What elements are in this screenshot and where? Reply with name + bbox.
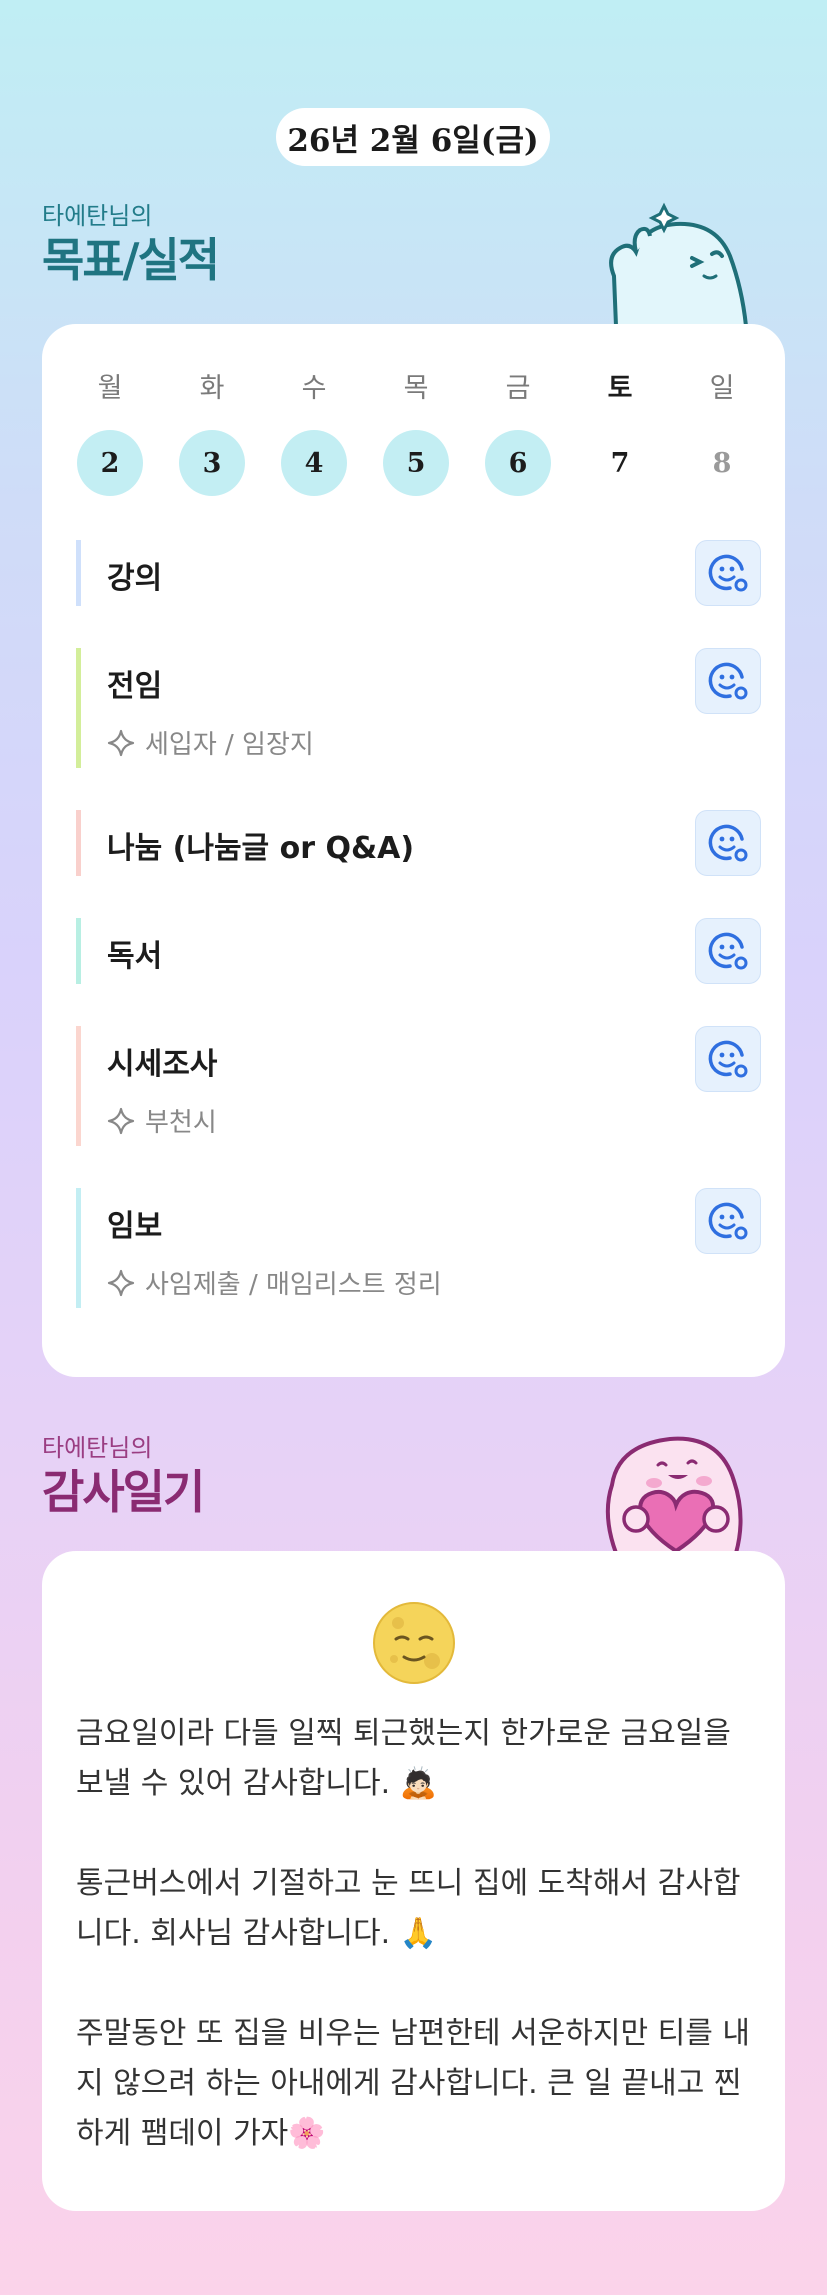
goal-item-price-survey: 시세조사 부천시	[76, 1026, 761, 1146]
diary-title: 감사일기	[42, 1465, 205, 1519]
date-circle[interactable]: 4	[281, 430, 347, 496]
sparkle-icon	[107, 1107, 135, 1134]
goal-check-button[interactable]	[695, 648, 761, 714]
goals-title: 목표/실적	[42, 233, 220, 287]
date-pill: 26년 2월 6일(금)	[276, 108, 550, 166]
week-dates: 2 3 4 5 6 7 8	[76, 430, 756, 496]
diary-card: 금요일이라 다들 일찍 퇴근했는지 한가로운 금요일을 보낼 수 있어 감사합니…	[42, 1551, 785, 2211]
goal-title: 시세조사	[107, 1047, 218, 1082]
diary-entry: 통근버스에서 기절하고 눈 뜨니 집에 도착해서 감사합니다. 회사님 감사합니…	[76, 1866, 741, 1951]
goal-check-button[interactable]	[695, 918, 761, 984]
goals-subtitle: 타에탄님의	[42, 202, 153, 230]
ghost-mascot-icon	[609, 202, 749, 326]
day-name: 금	[505, 373, 531, 404]
sparkle-icon	[107, 1269, 135, 1296]
diary-entry: 금요일이라 다들 일찍 퇴근했는지 한가로운 금요일을 보낼 수 있어 감사합니…	[76, 1716, 731, 1801]
day-name: 수	[301, 373, 327, 404]
diary-section-header: 타에탄님의 감사일기	[42, 1432, 205, 1520]
goal-item-sharing: 나눔 (나눔글 or Q&A)	[76, 810, 761, 876]
goal-sub-label: 세입자 / 임장지	[145, 730, 314, 760]
goal-subtext: 사임제출 / 매임리스트 정리	[107, 1264, 442, 1301]
sparkle-icon	[107, 729, 135, 756]
goal-sub-label: 부천시	[145, 1108, 217, 1138]
goal-sub-label: 사임제출 / 매임리스트 정리	[145, 1270, 442, 1300]
day-name: 일	[709, 373, 735, 404]
date-circle-future[interactable]: 8	[689, 430, 755, 496]
smile-icon	[708, 932, 748, 970]
goal-check-button[interactable]	[695, 1188, 761, 1254]
date-circle[interactable]: 6	[485, 430, 551, 496]
diary-entries: 금요일이라 다들 일찍 퇴근했는지 한가로운 금요일을 보낼 수 있어 감사합니…	[76, 1709, 756, 2209]
date-circle[interactable]: 5	[383, 430, 449, 496]
goal-title: 전임	[107, 669, 163, 704]
goal-title: 임보	[107, 1209, 163, 1244]
date-circle[interactable]: 2	[77, 430, 143, 496]
goal-title: 독서	[107, 939, 163, 974]
goals-section-header: 타에탄님의 목표/실적	[42, 200, 220, 288]
smile-icon	[708, 662, 748, 700]
diary-subtitle: 타에탄님의	[42, 1434, 153, 1462]
goal-item-report: 임보 사임제출 / 매임리스트 정리	[76, 1188, 761, 1308]
goal-check-button[interactable]	[695, 540, 761, 606]
day-name: 월	[97, 373, 123, 404]
goal-title: 나눔 (나눔글 or Q&A)	[107, 831, 415, 866]
date-circle-today[interactable]: 7	[587, 430, 653, 496]
goal-title: 강의	[107, 561, 163, 596]
goal-subtext: 세입자 / 임장지	[107, 724, 314, 761]
diary-entry: 주말동안 또 집을 비우는 남편한테 서운하지만 티를 내지 않으려 하는 아내…	[76, 2016, 750, 2151]
week-day-names: 월 화 수 목 금 토 일	[76, 369, 756, 409]
goal-item-lecture: 강의	[76, 540, 761, 606]
day-name: 화	[199, 373, 225, 404]
smile-icon	[708, 1040, 748, 1078]
heart-mascot-icon	[605, 1436, 743, 1553]
goals-card: 월 화 수 목 금 토 일 2 3 4 5 6 7 8 강의 전임 세입자 / …	[42, 324, 785, 1377]
goal-subtext: 부천시	[107, 1102, 217, 1139]
day-name: 목	[403, 373, 429, 404]
date-circle[interactable]: 3	[179, 430, 245, 496]
goal-check-button[interactable]	[695, 810, 761, 876]
smile-icon	[708, 1202, 748, 1240]
goal-item-tenant: 전임 세입자 / 임장지	[76, 648, 761, 768]
day-name-today: 토	[607, 373, 633, 404]
smile-icon	[708, 554, 748, 592]
smile-icon	[708, 824, 748, 862]
goal-item-reading: 독서	[76, 918, 761, 984]
goal-check-button[interactable]	[695, 1026, 761, 1092]
full-moon-face-icon	[373, 1602, 455, 1684]
